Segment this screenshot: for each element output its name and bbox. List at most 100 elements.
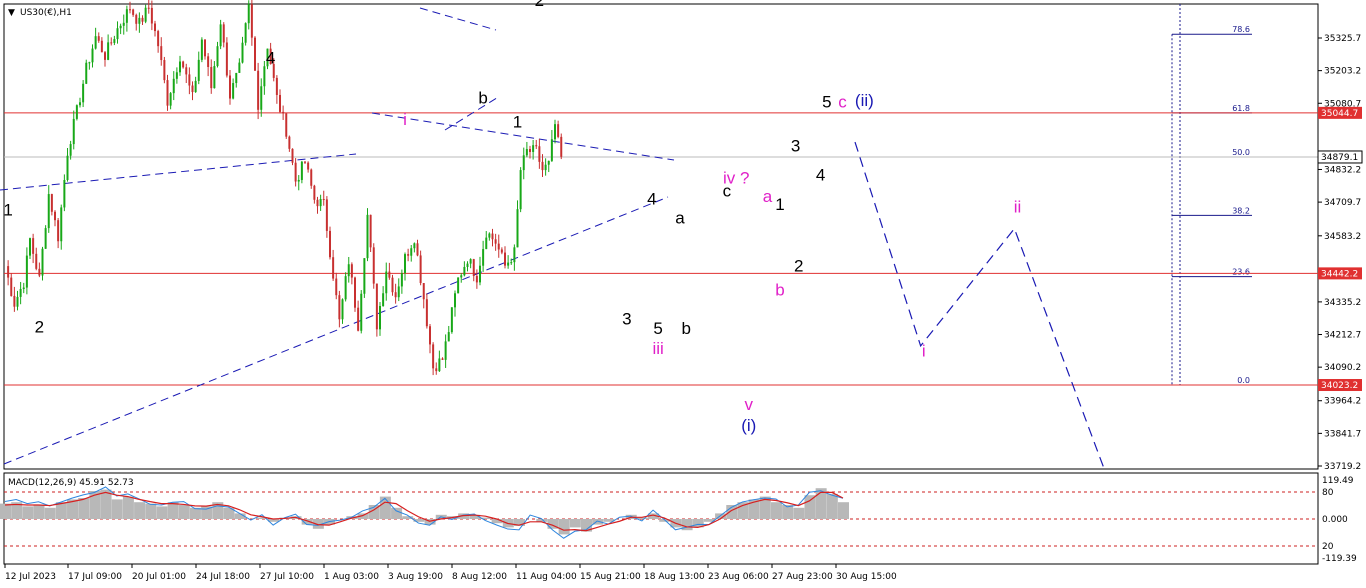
- macd-histogram-bar: [22, 506, 34, 519]
- candle-body: [488, 233, 491, 238]
- macd-histogram-bar: [558, 519, 570, 535]
- macd-axis: 119.49 80 0.000 20 -119.39: [1322, 476, 1357, 564]
- macd-histogram-bar: [804, 495, 816, 519]
- candle-body: [232, 83, 235, 99]
- candle-body: [510, 262, 513, 264]
- fib-level-label-0: 78.6: [1232, 25, 1250, 34]
- wave-label-24: c: [838, 92, 847, 111]
- candle-body: [366, 214, 369, 259]
- time-tick-label-11: 23 Aug 06:00: [708, 572, 769, 582]
- price-tick-label-6: 34335.2: [1324, 298, 1361, 308]
- candle-body: [529, 149, 531, 152]
- candle-body: [197, 59, 200, 81]
- candle-body: [82, 83, 85, 103]
- wave-label-8: a: [675, 208, 685, 227]
- symbol-title: US30(€),H1: [20, 8, 72, 18]
- price-tick-label-5: 34583.2: [1324, 232, 1361, 242]
- macd-level-label-2: 0.000: [1322, 515, 1348, 525]
- candle-body: [225, 42, 228, 76]
- wave-label-19: b: [775, 280, 784, 299]
- candle-body: [97, 36, 100, 41]
- wave-label-17: a: [763, 187, 773, 206]
- fib-level-label-3: 38.2: [1232, 206, 1250, 215]
- price-tick-label-8: 34090.2: [1324, 363, 1361, 373]
- price-tick-label-1: 35203.2: [1324, 67, 1361, 77]
- macd-histogram-bar: [770, 502, 782, 519]
- wave-label-23: 5: [822, 92, 831, 111]
- candle-body: [485, 237, 488, 250]
- candle-body: [438, 358, 441, 372]
- candle-body: [547, 160, 550, 165]
- candle-body: [57, 220, 60, 242]
- candle-body: [210, 66, 213, 89]
- candle-body: [491, 233, 494, 240]
- candle-body: [50, 194, 53, 212]
- wave-label-26: i: [922, 342, 926, 361]
- candle-body: [44, 228, 47, 249]
- candle-body: [66, 155, 69, 181]
- candle-body: [175, 72, 178, 79]
- candle-body: [19, 288, 22, 297]
- candle-body: [479, 265, 481, 283]
- macd-level-label-4: -119.39: [1322, 554, 1357, 564]
- candle-body: [379, 306, 381, 330]
- candle-body: [157, 31, 160, 47]
- candle-body: [188, 74, 191, 86]
- level-price-text-2: 34023.2: [1321, 381, 1358, 391]
- wave-label-2: 4: [266, 48, 275, 67]
- price-chart[interactable]: 78.661.850.038.223.60.0 124ib214a3 5iiibc…: [0, 0, 1366, 588]
- candle-body: [254, 37, 256, 71]
- time-tick-label-1: 17 Jul 09:00: [68, 572, 122, 582]
- candle-body: [466, 263, 469, 267]
- level-price-text-0: 35044.7: [1321, 109, 1358, 119]
- candle-body: [10, 277, 13, 296]
- candle-body: [247, 4, 250, 24]
- macd-histogram-bar: [122, 496, 134, 519]
- candle-body: [463, 266, 466, 276]
- candle-body: [150, 7, 153, 24]
- macd-histogram-bar: [134, 502, 146, 519]
- candle-body: [372, 247, 375, 284]
- macd-level-label-1: 80: [1322, 488, 1334, 498]
- candle-body: [519, 170, 522, 210]
- candle-body: [525, 149, 528, 156]
- price-tick-label-10: 33841.7: [1324, 429, 1361, 439]
- candle-body: [275, 77, 278, 95]
- candle-body: [307, 162, 310, 170]
- candle-body: [444, 341, 447, 360]
- candle-body: [260, 86, 263, 110]
- candle-body: [310, 169, 313, 186]
- candle-body: [497, 243, 500, 250]
- candle-body: [388, 271, 391, 278]
- candle-body: [522, 155, 525, 171]
- time-tick-label-12: 27 Aug 23:00: [772, 572, 833, 582]
- candle-body: [85, 62, 88, 84]
- price-tick-label-3: 34832.2: [1324, 165, 1361, 175]
- price-tick-label-7: 34212.7: [1324, 331, 1361, 341]
- candle-body: [241, 42, 244, 63]
- wave-label-12: b: [682, 319, 691, 338]
- wave-label-14: iv ?: [723, 168, 749, 187]
- candle-body: [419, 255, 422, 284]
- candle-body: [7, 266, 10, 278]
- candle-body: [16, 296, 19, 307]
- candle-body: [504, 252, 506, 266]
- candle-body: [357, 307, 360, 331]
- candle-body: [79, 102, 81, 106]
- candle-body: [244, 23, 247, 43]
- candle-body: [122, 22, 125, 26]
- candle-body: [213, 66, 216, 89]
- candle-body: [297, 179, 300, 182]
- dropdown-arrow-icon[interactable]: ▼: [8, 8, 15, 18]
- macd-histogram-bar: [44, 507, 56, 519]
- candle-body: [544, 164, 547, 171]
- wave-label-20: 2: [794, 256, 803, 275]
- wave-label-21: 3: [791, 136, 800, 155]
- candle-body: [460, 275, 463, 278]
- candle-body: [425, 299, 428, 327]
- candle-body: [432, 344, 435, 369]
- candle-body: [141, 17, 144, 22]
- candle-body: [407, 254, 410, 256]
- candle-body: [335, 278, 338, 296]
- candle-body: [300, 161, 303, 180]
